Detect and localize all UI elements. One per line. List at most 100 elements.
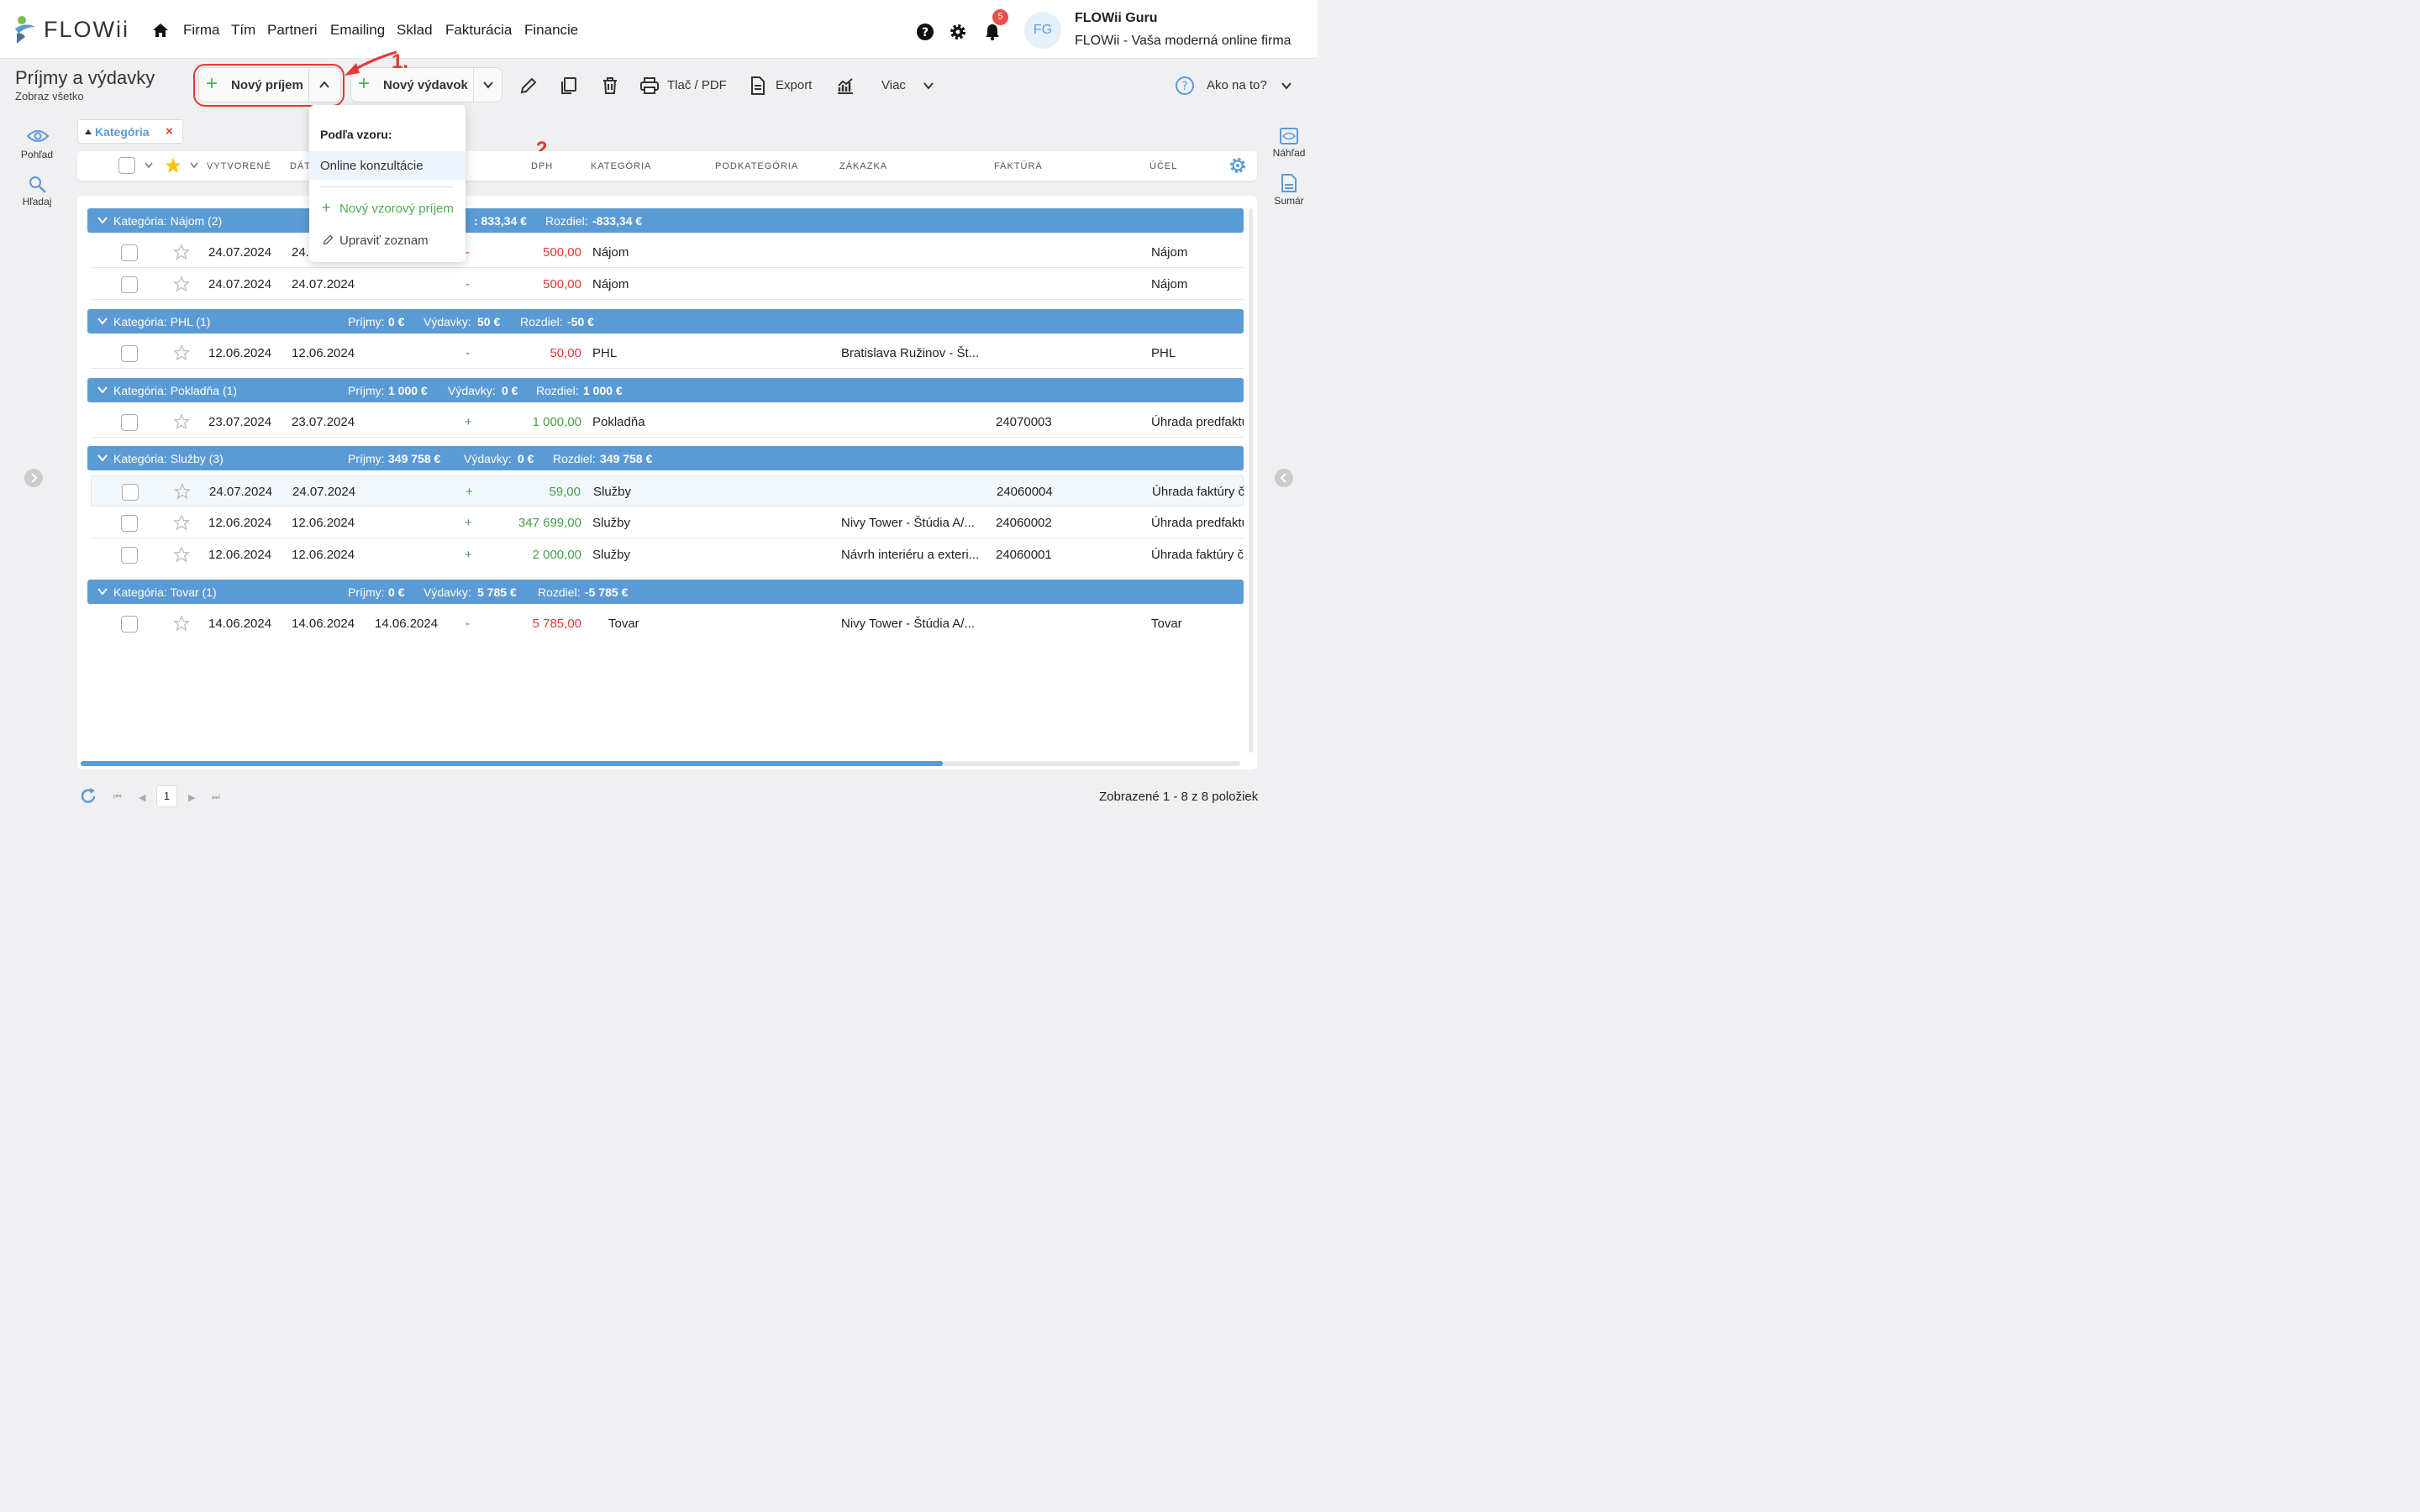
nav-fakturacia[interactable]: Fakturácia (445, 22, 512, 39)
nav-emailing[interactable]: Emailing (330, 22, 385, 39)
current-page[interactable]: 1 (156, 785, 177, 807)
cell-invoice[interactable]: 24070003 (996, 415, 1052, 429)
help-icon[interactable]: ? (1175, 76, 1195, 96)
nav-partneri[interactable]: Partneri (267, 22, 318, 39)
chevron-down-icon[interactable] (1281, 81, 1292, 91)
dropdown-edit-list[interactable]: Upraviť zoznam (309, 228, 466, 253)
search-icon[interactable] (29, 176, 47, 194)
column-created[interactable]: VYTVORENÉ (207, 161, 271, 171)
star-outline-icon[interactable] (174, 483, 191, 500)
table-row[interactable]: 12.06.2024 12.06.2024 + 347 699,00 Služb… (91, 507, 1244, 538)
row-checkbox[interactable] (121, 276, 138, 293)
last-page-icon[interactable]: ⏭ (212, 792, 220, 803)
refresh-icon[interactable] (79, 787, 97, 806)
chevron-left-scroll-icon[interactable] (1274, 468, 1294, 488)
page-subtitle[interactable]: Zobraz všetko (15, 90, 84, 102)
side-view-label[interactable]: Pohľad (12, 149, 62, 160)
column-subcategory[interactable]: PODKATEGÓRIA (715, 161, 798, 171)
nav-sklad[interactable]: Sklad (397, 22, 433, 39)
chevron-left-scroll-icon[interactable] (24, 468, 44, 488)
avatar[interactable]: FG (1024, 12, 1061, 49)
next-page-icon[interactable]: ▶ (188, 792, 195, 803)
copy-icon[interactable] (559, 76, 579, 96)
group-header[interactable]: Kategória: Pokladňa (1) Príjmy: 1 000 € … (87, 378, 1244, 402)
column-order[interactable]: ZÁKAZKA (839, 161, 887, 171)
horizontal-scrollbar-thumb[interactable] (81, 761, 943, 766)
eye-icon[interactable] (27, 128, 49, 144)
star-outline-icon[interactable] (173, 276, 190, 292)
column-settings-gear-icon[interactable] (1228, 156, 1247, 175)
row-checkbox[interactable] (121, 515, 138, 532)
filter-remove-icon[interactable]: × (166, 124, 173, 139)
star-outline-icon[interactable] (173, 413, 190, 430)
column-dph[interactable]: DPH (531, 161, 553, 171)
table-row[interactable]: 14.06.2024 14.06.2024 14.06.2024 - 5 785… (91, 608, 1244, 639)
cell-invoice[interactable]: 24060001 (996, 548, 1052, 562)
side-search-label[interactable]: Hľadaj (12, 196, 62, 207)
cell-invoice[interactable]: 24060004 (997, 485, 1053, 499)
star-outline-icon[interactable] (173, 244, 190, 260)
table-row[interactable]: 12.06.2024 12.06.2024 - 50,00 PHL Bratis… (91, 338, 1244, 369)
column-purpose[interactable]: ÚČEL (1150, 161, 1177, 171)
row-checkbox[interactable] (121, 414, 138, 431)
chevron-down-icon[interactable] (97, 216, 108, 224)
row-checkbox[interactable] (121, 547, 138, 564)
brand-name[interactable]: FLOWii (44, 17, 129, 43)
new-expense-button[interactable]: Nový výdavok (383, 78, 468, 92)
chevron-down-icon[interactable] (97, 317, 108, 325)
cell-invoice[interactable]: 24060002 (996, 516, 1052, 530)
star-outline-icon[interactable] (173, 514, 190, 531)
side-preview-label[interactable]: Náhľad (1264, 147, 1314, 159)
column-invoice[interactable]: FAKTÚRA (994, 161, 1043, 171)
pencil-icon[interactable] (518, 76, 539, 96)
nav-firma[interactable]: Firma (183, 22, 219, 39)
trash-icon[interactable] (600, 76, 620, 96)
star-outline-icon[interactable] (173, 615, 190, 632)
table-row[interactable]: 23.07.2024 23.07.2024 + 1 000,00 Pokladň… (91, 407, 1244, 438)
row-checkbox[interactable] (121, 345, 138, 362)
preview-icon[interactable] (1280, 127, 1298, 145)
dropdown-item-online-consultation[interactable]: Online konzultácie (309, 151, 466, 180)
table-row[interactable]: 12.06.2024 12.06.2024 + 2 000,00 Služby … (91, 539, 1244, 570)
bell-icon[interactable] (983, 23, 1002, 41)
chevron-down-icon[interactable] (97, 587, 108, 596)
print-pdf-button[interactable]: Tlač / PDF (667, 78, 727, 92)
prev-page-icon[interactable]: ◀ (139, 792, 145, 803)
star-outline-icon[interactable] (173, 546, 190, 563)
column-date[interactable]: DÁT (290, 161, 311, 171)
select-all-checkbox[interactable] (118, 157, 135, 174)
flowii-logo-icon[interactable] (13, 15, 37, 44)
first-page-icon[interactable]: ⏮ (113, 792, 122, 803)
help-button[interactable]: Ako na to? (1207, 78, 1267, 92)
star-filled-icon[interactable] (164, 156, 182, 175)
group-header[interactable]: Kategória: Služby (3) Príjmy: 349 758 € … (87, 446, 1244, 470)
chevron-down-icon[interactable] (97, 386, 108, 394)
column-category[interactable]: KATEGÓRIA (591, 161, 651, 171)
home-icon[interactable] (152, 22, 169, 39)
chevron-down-icon[interactable] (923, 81, 934, 91)
table-row[interactable]: 24.07.2024 24.07.2024 - 500,00 Nájom Náj… (91, 269, 1244, 300)
nav-tim[interactable]: Tím (231, 22, 255, 39)
printer-icon[interactable] (639, 76, 660, 96)
group-header[interactable]: Kategória: PHL (1) Príjmy: 0 € Výdavky: … (87, 309, 1244, 333)
chevron-down-icon[interactable] (145, 162, 153, 169)
dropdown-new-template[interactable]: + Nový vzorový príjem (309, 196, 466, 221)
group-header[interactable]: Kategória: Nájom (2) : 833,34 € Rozdiel:… (87, 208, 1244, 233)
side-summary-label[interactable]: Sumár (1264, 195, 1314, 207)
user-name[interactable]: FLOWii Guru (1075, 11, 1158, 26)
row-checkbox[interactable] (121, 244, 138, 261)
more-button[interactable]: Viac (881, 78, 906, 92)
filter-chip-category[interactable]: Kategória × (77, 119, 183, 144)
vertical-scrollbar[interactable] (1249, 208, 1253, 753)
table-row-hovered[interactable]: 24.07.2024 24.07.2024 + 59,00 Služby 240… (91, 475, 1244, 507)
group-header[interactable]: Kategória: Tovar (1) Príjmy: 0 € Výdavky… (87, 580, 1244, 604)
chevron-down-icon[interactable] (483, 80, 493, 90)
chevron-down-icon[interactable] (190, 162, 198, 169)
horizontal-scrollbar-track[interactable] (81, 761, 1240, 766)
chevron-down-icon[interactable] (97, 454, 108, 462)
row-checkbox[interactable] (121, 616, 138, 633)
document-icon[interactable] (748, 76, 768, 96)
chart-icon[interactable] (835, 76, 855, 96)
star-outline-icon[interactable] (173, 344, 190, 361)
table-row[interactable]: 24.07.2024 24. - 500,00 Nájom Nájom (91, 237, 1244, 268)
